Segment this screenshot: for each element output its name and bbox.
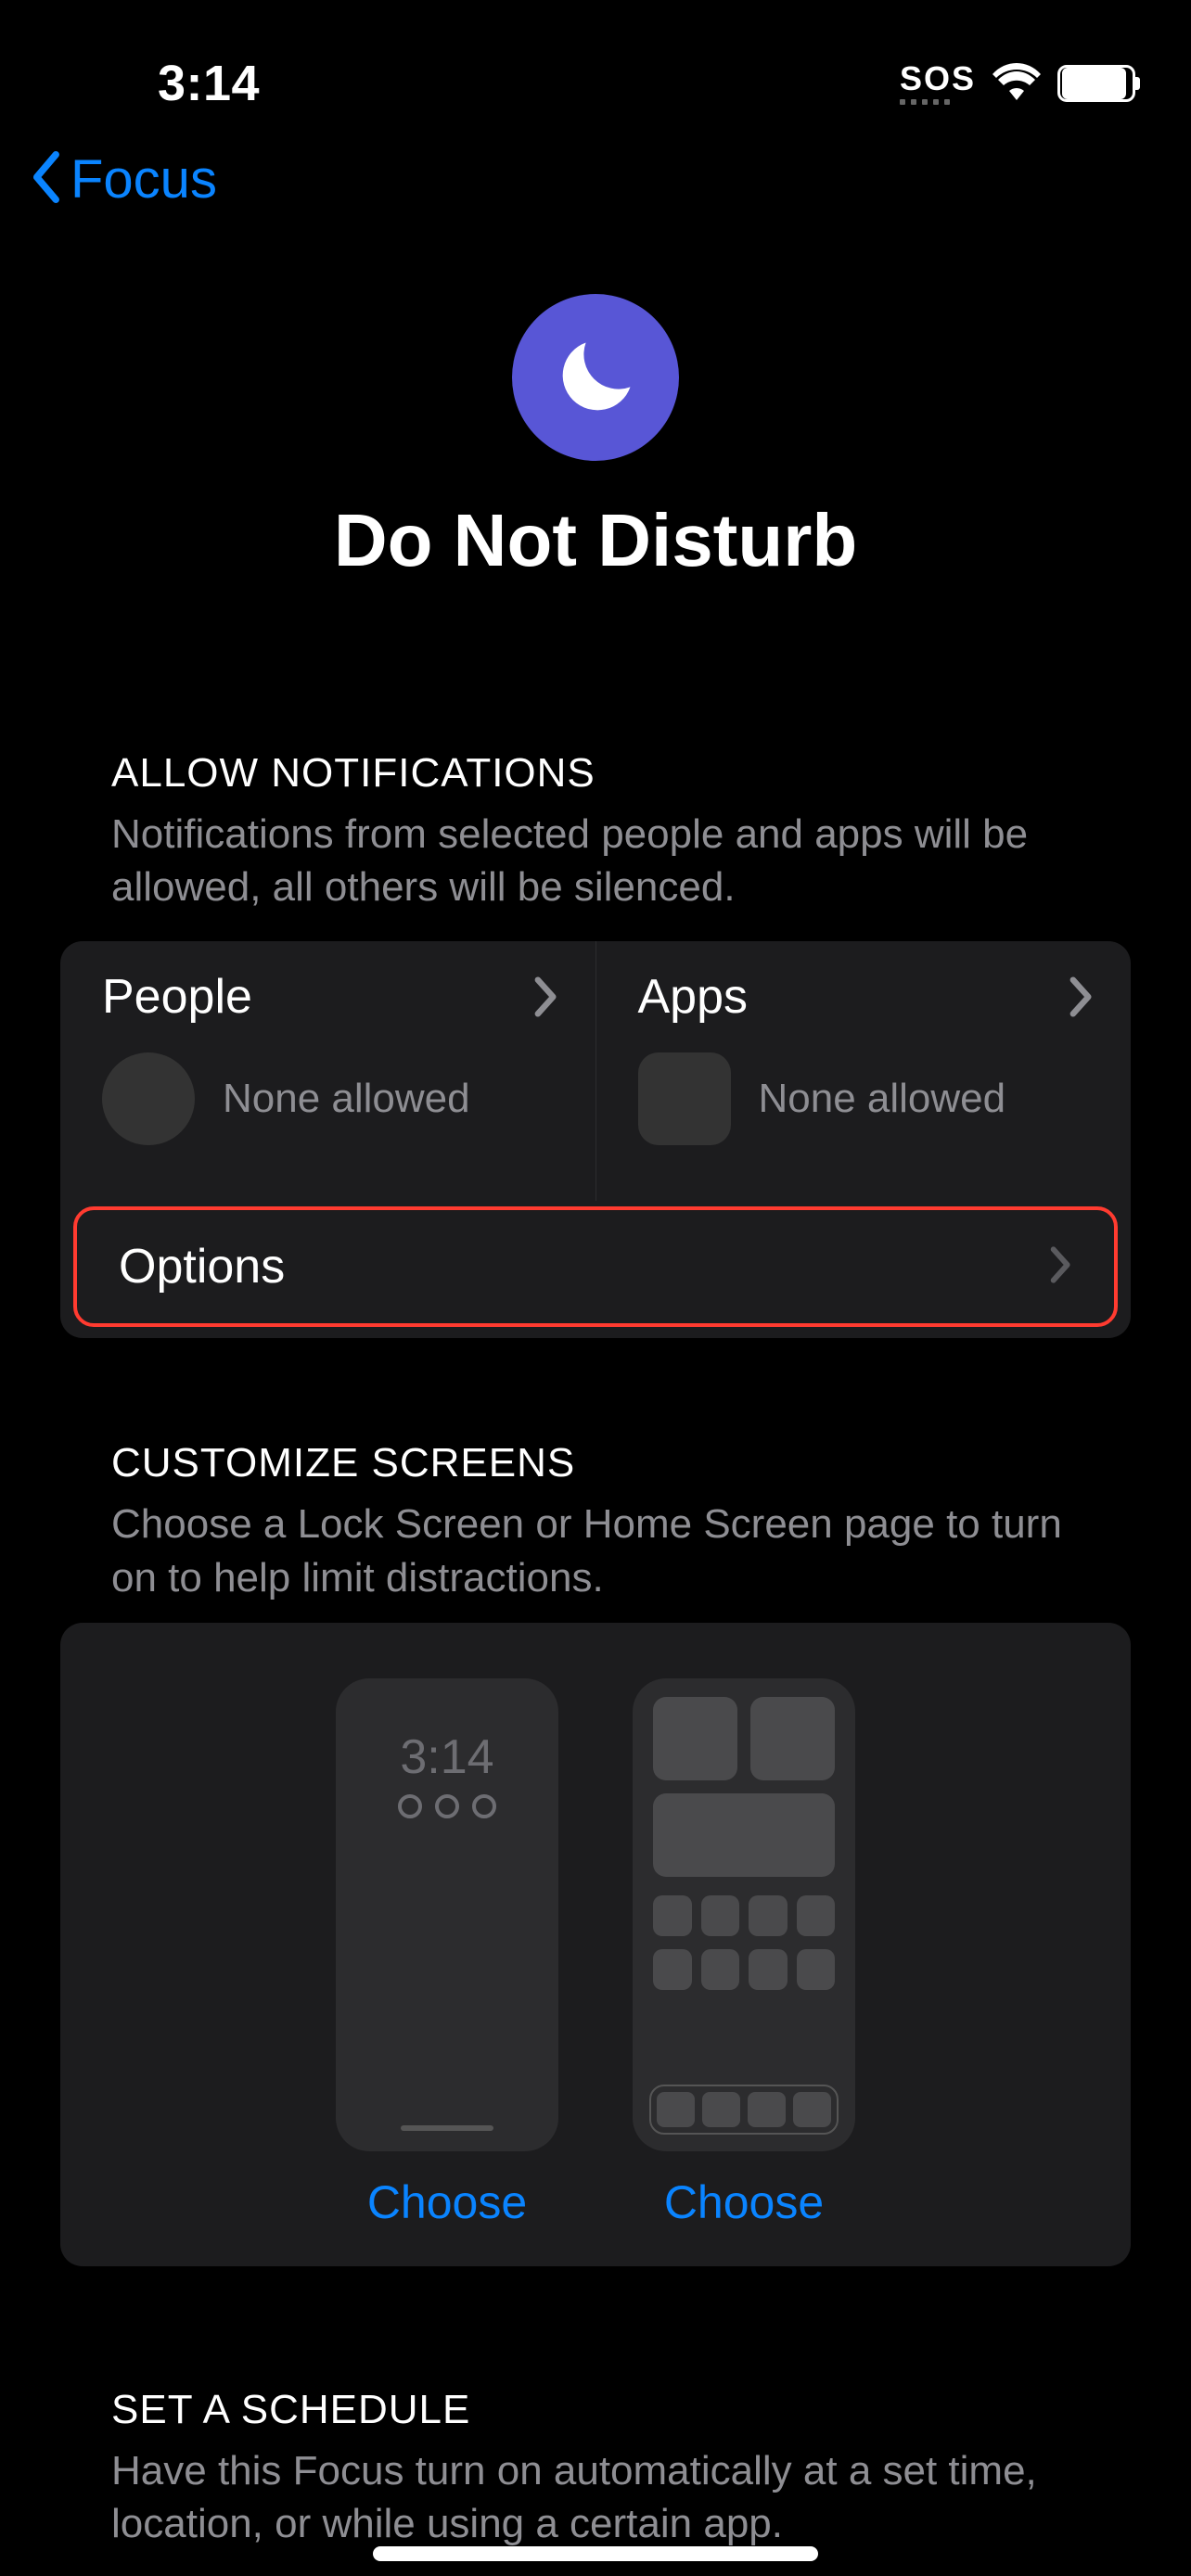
options-row[interactable]: Options: [73, 1206, 1118, 1327]
allow-card: People None allowed Apps None allowed: [60, 941, 1131, 1338]
sos-label: SOS: [900, 62, 976, 96]
customize-screens-section: CUSTOMIZE SCREENS Choose a Lock Screen o…: [0, 1338, 1191, 2265]
people-label: People: [102, 969, 554, 1025]
customize-subtext: Choose a Lock Screen or Home Screen page…: [60, 1498, 1131, 1622]
lock-preview-time: 3:14: [400, 1729, 493, 1785]
customize-header: CUSTOMIZE SCREENS: [60, 1440, 1131, 1486]
home-screen-preview[interactable]: [633, 1678, 855, 2151]
apps-avatar-placeholder: [638, 1052, 731, 1145]
apps-cell[interactable]: Apps None allowed: [596, 941, 1132, 1201]
back-label: Focus: [70, 148, 217, 210]
hero: Do Not Disturb: [0, 238, 1191, 620]
back-button[interactable]: Focus: [0, 130, 1191, 238]
chevron-right-icon: [534, 976, 558, 1022]
chevron-right-icon: [1069, 976, 1094, 1022]
schedule-section: SET A SCHEDULE Have this Focus turn on a…: [0, 2266, 1191, 2576]
apps-label: Apps: [638, 969, 1090, 1025]
status-bar: 3:14 SOS: [0, 0, 1191, 130]
dock-preview: [649, 2085, 839, 2135]
moon-icon: [512, 294, 679, 461]
lock-screen-preview[interactable]: 3:14: [336, 1678, 558, 2151]
people-cell[interactable]: People None allowed: [60, 941, 596, 1201]
battery-icon: [1057, 65, 1135, 102]
people-avatar-placeholder: [102, 1052, 195, 1145]
chevron-right-icon: [1050, 1246, 1072, 1288]
allow-notifications-section: ALLOW NOTIFICATIONS Notifications from s…: [0, 620, 1191, 1338]
options-label: Options: [119, 1239, 285, 1294]
choose-lock-button[interactable]: Choose: [367, 2175, 527, 2229]
allow-header: ALLOW NOTIFICATIONS: [60, 750, 1131, 797]
people-status: None allowed: [223, 1076, 470, 1122]
lock-preview-widgets: [398, 1794, 496, 1818]
page-title: Do Not Disturb: [0, 498, 1191, 583]
apps-status: None allowed: [759, 1076, 1006, 1122]
wifi-icon: [992, 63, 1041, 105]
screens-card: 3:14 Choose Choose: [60, 1623, 1131, 2266]
schedule-header: SET A SCHEDULE: [60, 2387, 1131, 2433]
status-icons: SOS: [900, 62, 1135, 105]
status-time: 3:14: [158, 55, 260, 112]
lock-screen-block: 3:14 Choose: [336, 1678, 558, 2229]
home-screen-block: Choose: [633, 1678, 855, 2229]
choose-home-button[interactable]: Choose: [664, 2175, 824, 2229]
sos-indicator: SOS: [900, 62, 976, 105]
allow-subtext: Notifications from selected people and a…: [60, 808, 1131, 932]
chevron-left-icon: [28, 151, 63, 208]
home-indicator[interactable]: [373, 2546, 818, 2561]
